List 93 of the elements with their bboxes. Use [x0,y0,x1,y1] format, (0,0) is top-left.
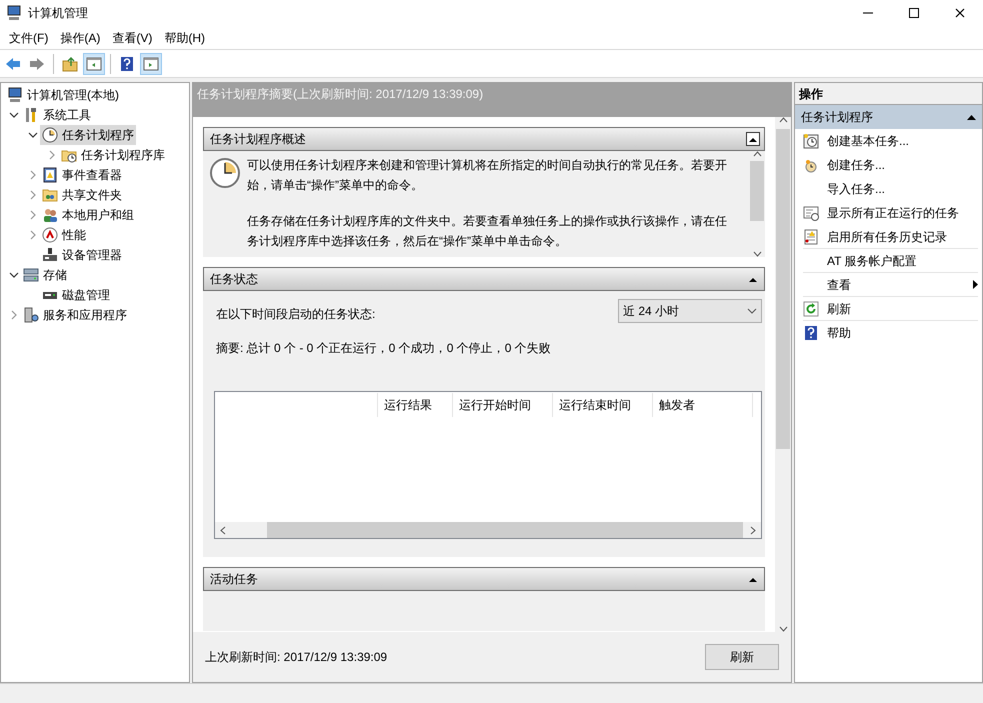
collapse-triangle-icon[interactable] [749,276,757,282]
section-header[interactable]: 任务计划程序概述 [203,127,765,151]
scroll-down-icon[interactable] [752,251,762,257]
refresh-icon [803,300,819,316]
calendar-clock-icon [803,133,819,149]
action-item[interactable]: 创建基本任务... [825,130,978,152]
chevron-right-icon[interactable] [47,150,57,160]
chevron-right-icon[interactable] [28,190,38,200]
close-icon[interactable] [955,8,965,18]
chevron-right-icon[interactable] [9,310,19,320]
chevron-right-icon[interactable] [28,230,38,240]
chevron-right-icon[interactable] [28,210,38,220]
section-header[interactable]: 活动任务 [203,567,765,591]
tree-item[interactable]: 任务计划程序库 [59,145,167,165]
scroll-up-icon[interactable] [752,151,762,157]
submenu-arrow-icon [973,280,978,289]
toolbar-button[interactable] [83,52,105,74]
last-refresh-text: 上次刷新时间: 2017/12/9 13:39:09 [205,649,388,666]
device-icon [42,247,58,263]
tree-item[interactable]: 计算机管理(本地) [5,85,121,105]
action-item[interactable]: 显示所有正在运行的任务 [825,202,978,224]
tree-item[interactable]: 共享文件夹 [40,185,124,205]
computer-icon [7,87,23,103]
tree-item[interactable]: 磁盘管理 [40,285,112,305]
chevron-down-icon [747,308,757,314]
period-dropdown[interactable]: 近 24 小时 [618,299,762,323]
description-text: 任务存储在任务计划程序库的文件夹中。若要查看单独任务上的操作或执行该操作，请在任务计划程序库中选择该任务，然后在“操作”菜单中单击命令。 [247,213,727,250]
help-icon [119,56,135,72]
tree-item[interactable]: 存储 [21,265,69,285]
tree-item[interactable]: 设备管理器 [40,245,124,265]
list-clock-icon [803,205,819,221]
action-item[interactable]: 帮助 [825,322,978,344]
tree-item[interactable]: 事件查看器 [40,165,124,185]
toolbar-button[interactable] [140,52,162,74]
server-gear-icon [23,307,39,323]
clock-icon [42,127,58,143]
action-pane-icon [143,56,159,72]
section-header[interactable]: 任务状态 [203,267,765,291]
tree-item[interactable]: 系统工具 [21,105,93,125]
column-header[interactable]: 运行结束时间 [553,393,653,417]
collapse-triangle-icon[interactable] [967,114,976,120]
tree-item[interactable]: 服务和应用程序 [21,305,129,325]
storage-icon [23,267,39,283]
folder-up-icon [62,56,78,72]
tree-item[interactable]: 性能 [40,225,88,245]
scrollbar[interactable] [775,117,791,632]
tools-icon [23,107,39,123]
action-item[interactable]: 查看 [825,274,978,296]
menu-item[interactable]: 文件(F) [4,26,54,48]
column-header[interactable]: 运行开始时间 [453,393,553,417]
tree-pane-icon [86,56,102,72]
scroll-up-icon[interactable] [778,117,788,123]
gauge-icon [42,227,58,243]
menu-item[interactable]: 操作(A) [55,26,106,48]
action-item[interactable]: 刷新 [825,298,978,320]
clock-icon [209,157,241,189]
description-text: 可以使用任务计划程序来创建和管理计算机将在所指定的时间自动执行的常见任务。若要开始，请单击“操作”菜单中的命令。 [247,157,727,194]
column-header[interactable]: 运行结果 [378,393,453,417]
scroll-down-icon[interactable] [778,626,788,632]
scrollbar[interactable] [749,151,765,257]
summary-header: 任务计划程序摘要(上次刷新时间: 2017/12/9 13:39:09) [193,83,791,117]
action-item[interactable]: AT 服务帐户配置 [825,250,978,272]
log-book-icon [42,167,58,183]
action-item[interactable]: 导入任务... [825,178,978,200]
computer-icon [6,5,22,21]
help-icon [803,325,819,341]
chevron-right-icon[interactable] [28,170,38,180]
action-item[interactable]: 创建任务... [825,154,978,176]
period-label: 在以下时间段启动的任务状态: [216,306,376,323]
action-item[interactable]: 启用所有任务历史记录 [825,226,978,248]
menu-item[interactable]: 帮助(H) [159,26,210,48]
tree-item[interactable]: 任务计划程序 [40,125,136,145]
users-icon [42,207,58,223]
collapse-triangle-icon[interactable] [749,576,757,582]
pane-title: 操作 [795,83,982,105]
column-header[interactable]: 触发者 [653,393,753,417]
collapse-triangle-icon[interactable] [749,136,757,142]
forward-arrow-icon [29,56,45,72]
chevron-down-icon[interactable] [9,110,19,120]
back-arrow-icon [5,56,21,72]
log-warning-icon [803,228,819,244]
chevron-down-icon[interactable] [9,270,19,280]
scrollbar[interactable] [215,522,761,538]
maximize-icon[interactable] [909,8,919,18]
action-group-header[interactable]: 任务计划程序 [795,105,982,129]
tree-item[interactable]: 本地用户和组 [40,205,136,225]
chevron-down-icon[interactable] [28,130,38,140]
menu-item[interactable]: 查看(V) [107,26,158,48]
window-title: 计算机管理 [28,5,88,22]
clock-icon [803,157,819,173]
shared-folder-icon [42,187,58,203]
refresh-button[interactable]: 刷新 [705,644,779,670]
status-summary: 摘要: 总计 0 个 - 0 个正在运行，0 个成功，0 个停止，0 个失败 [216,340,552,357]
